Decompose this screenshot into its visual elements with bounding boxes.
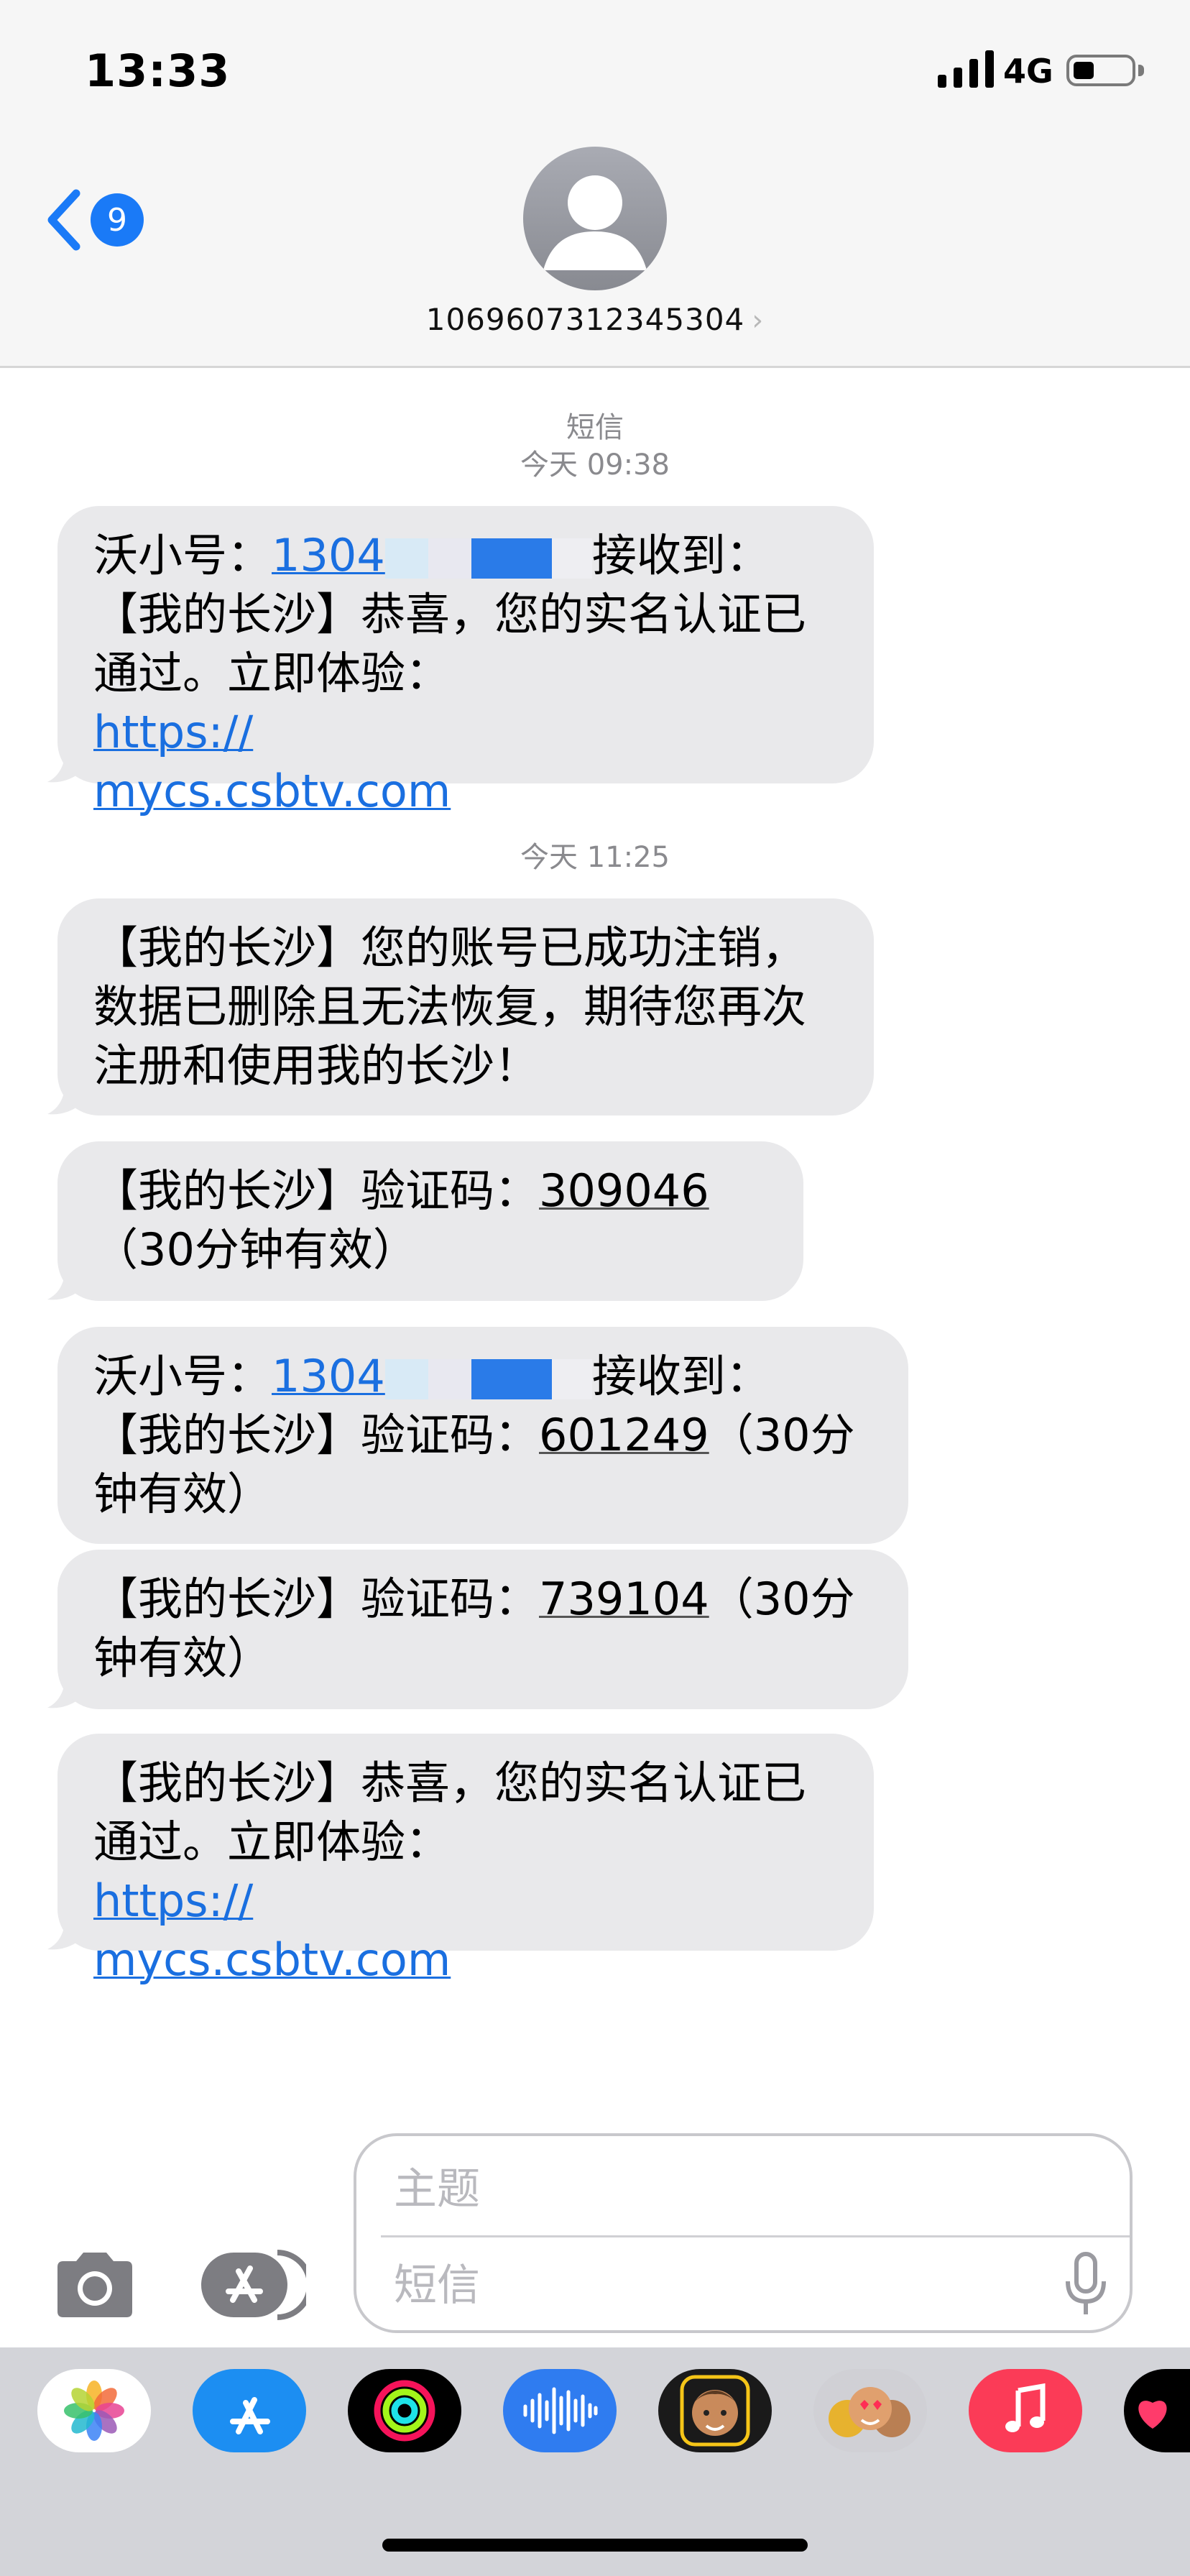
cellular-signal-icon [938, 50, 994, 88]
camera-icon[interactable] [50, 2250, 139, 2319]
verification-code[interactable]: 309046 [539, 1164, 709, 1217]
memoji-stickers-app-icon[interactable] [813, 2369, 927, 2452]
home-indicator[interactable] [382, 2539, 808, 2552]
message-text: 接收到： [591, 1350, 770, 1402]
contact-number-button[interactable]: 1069607312345304 › [0, 302, 1190, 337]
message-text: 【我的长沙】验证码： [93, 1164, 540, 1217]
message-line: 沃小号：1304 接收到： [93, 1347, 872, 1406]
message-bubble[interactable]: 【我的长沙】验证码：739104（30分钟有效） [57, 1550, 908, 1709]
message-link[interactable]: https:// [93, 706, 253, 758]
timestamp: 今天 09:38 [520, 448, 670, 482]
message-text: 【我的长沙】验证码： [93, 1573, 540, 1625]
memoji-app-icon[interactable] [658, 2369, 772, 2452]
contact-number: 1069607312345304 [425, 302, 745, 337]
message-text: 【我的长沙】恭喜，您的实名认证已通过。立即体验： [93, 588, 807, 699]
redaction-mark [428, 538, 471, 579]
compose-divider [381, 2235, 1130, 2237]
message-text: 【我的长沙】您的账号已成功注销，数据已删除且无法恢复，期待您再次注册和使用我的长… [93, 921, 807, 1092]
redaction-mark [551, 538, 592, 579]
photos-app-icon[interactable] [37, 2369, 151, 2452]
chevron-right-icon: › [752, 304, 765, 337]
battery-icon [1066, 55, 1135, 86]
message-link[interactable]: mycs.csbtv.com [93, 1933, 451, 1986]
activity-app-icon[interactable] [348, 2369, 461, 2452]
phone-number-link[interactable]: 1304 [272, 1350, 385, 1402]
verification-code[interactable]: 739104 [539, 1573, 709, 1625]
message-text: （30分钟有效） [93, 1223, 418, 1276]
redaction-mark [551, 1358, 592, 1399]
message-link[interactable]: https:// [93, 1874, 253, 1927]
message-bubble[interactable]: 【我的长沙】您的账号已成功注销，数据已删除且无法恢复，期待您再次注册和使用我的长… [57, 898, 874, 1116]
message-link[interactable]: mycs.csbtv.com [93, 765, 451, 817]
microphone-icon[interactable] [1061, 2250, 1111, 2319]
battery-tip [1138, 65, 1144, 76]
unread-count-badge: 9 [91, 193, 144, 247]
chevron-left-icon [47, 189, 80, 251]
status-time: 13:33 [85, 45, 231, 97]
navigation-header: 13:33 4G 9 1069607312345304 › [0, 0, 1190, 368]
redaction-mark [471, 538, 552, 579]
subject-input[interactable] [394, 2153, 1041, 2225]
redaction-mark [384, 538, 428, 579]
message-text: 【我的长沙】验证码： [93, 1409, 540, 1461]
redaction-mark [428, 1358, 471, 1399]
app-store-app-icon[interactable] [193, 2369, 306, 2452]
service-label: 短信 [566, 411, 624, 444]
music-app-icon[interactable] [969, 2369, 1082, 2452]
message-line: 沃小号：1304 接收到： [93, 526, 838, 585]
verification-code[interactable]: 601249 [539, 1409, 709, 1461]
message-bubble[interactable]: 沃小号：1304 接收到： 【我的长沙】恭喜，您的实名认证已通过。立即体验： ht… [57, 506, 874, 817]
app-store-icon[interactable] [200, 2247, 306, 2323]
redaction-mark [471, 1358, 552, 1399]
timestamp: 今天 11:25 [520, 841, 670, 874]
phone-number-link[interactable]: 1304 [272, 529, 385, 581]
message-prefix: 沃小号： [93, 1350, 272, 1402]
message-text: 接收到： [591, 529, 770, 581]
person-icon [543, 175, 647, 270]
back-button[interactable]: 9 [43, 184, 151, 256]
message-text: 【我的长沙】恭喜，您的实名认证已通过。立即体验： [93, 1757, 807, 1868]
message-input[interactable] [394, 2250, 1026, 2322]
message-bubble[interactable]: 【我的长沙】验证码：309046 （30分钟有效） [57, 1141, 803, 1301]
message-prefix: 沃小号： [93, 529, 272, 581]
compose-box [354, 2133, 1133, 2333]
contact-avatar[interactable] [523, 147, 667, 290]
redaction-mark [384, 1358, 428, 1399]
audio-message-app-icon[interactable] [503, 2369, 617, 2452]
message-bubble[interactable]: 沃小号：1304 接收到： 【我的长沙】验证码：601249（30分钟有效） [57, 1327, 908, 1544]
message-bubble[interactable]: 【我的长沙】恭喜，您的实名认证已通过。立即体验： https:// mycs.c… [57, 1734, 874, 1986]
network-type: 4G [1003, 52, 1053, 91]
